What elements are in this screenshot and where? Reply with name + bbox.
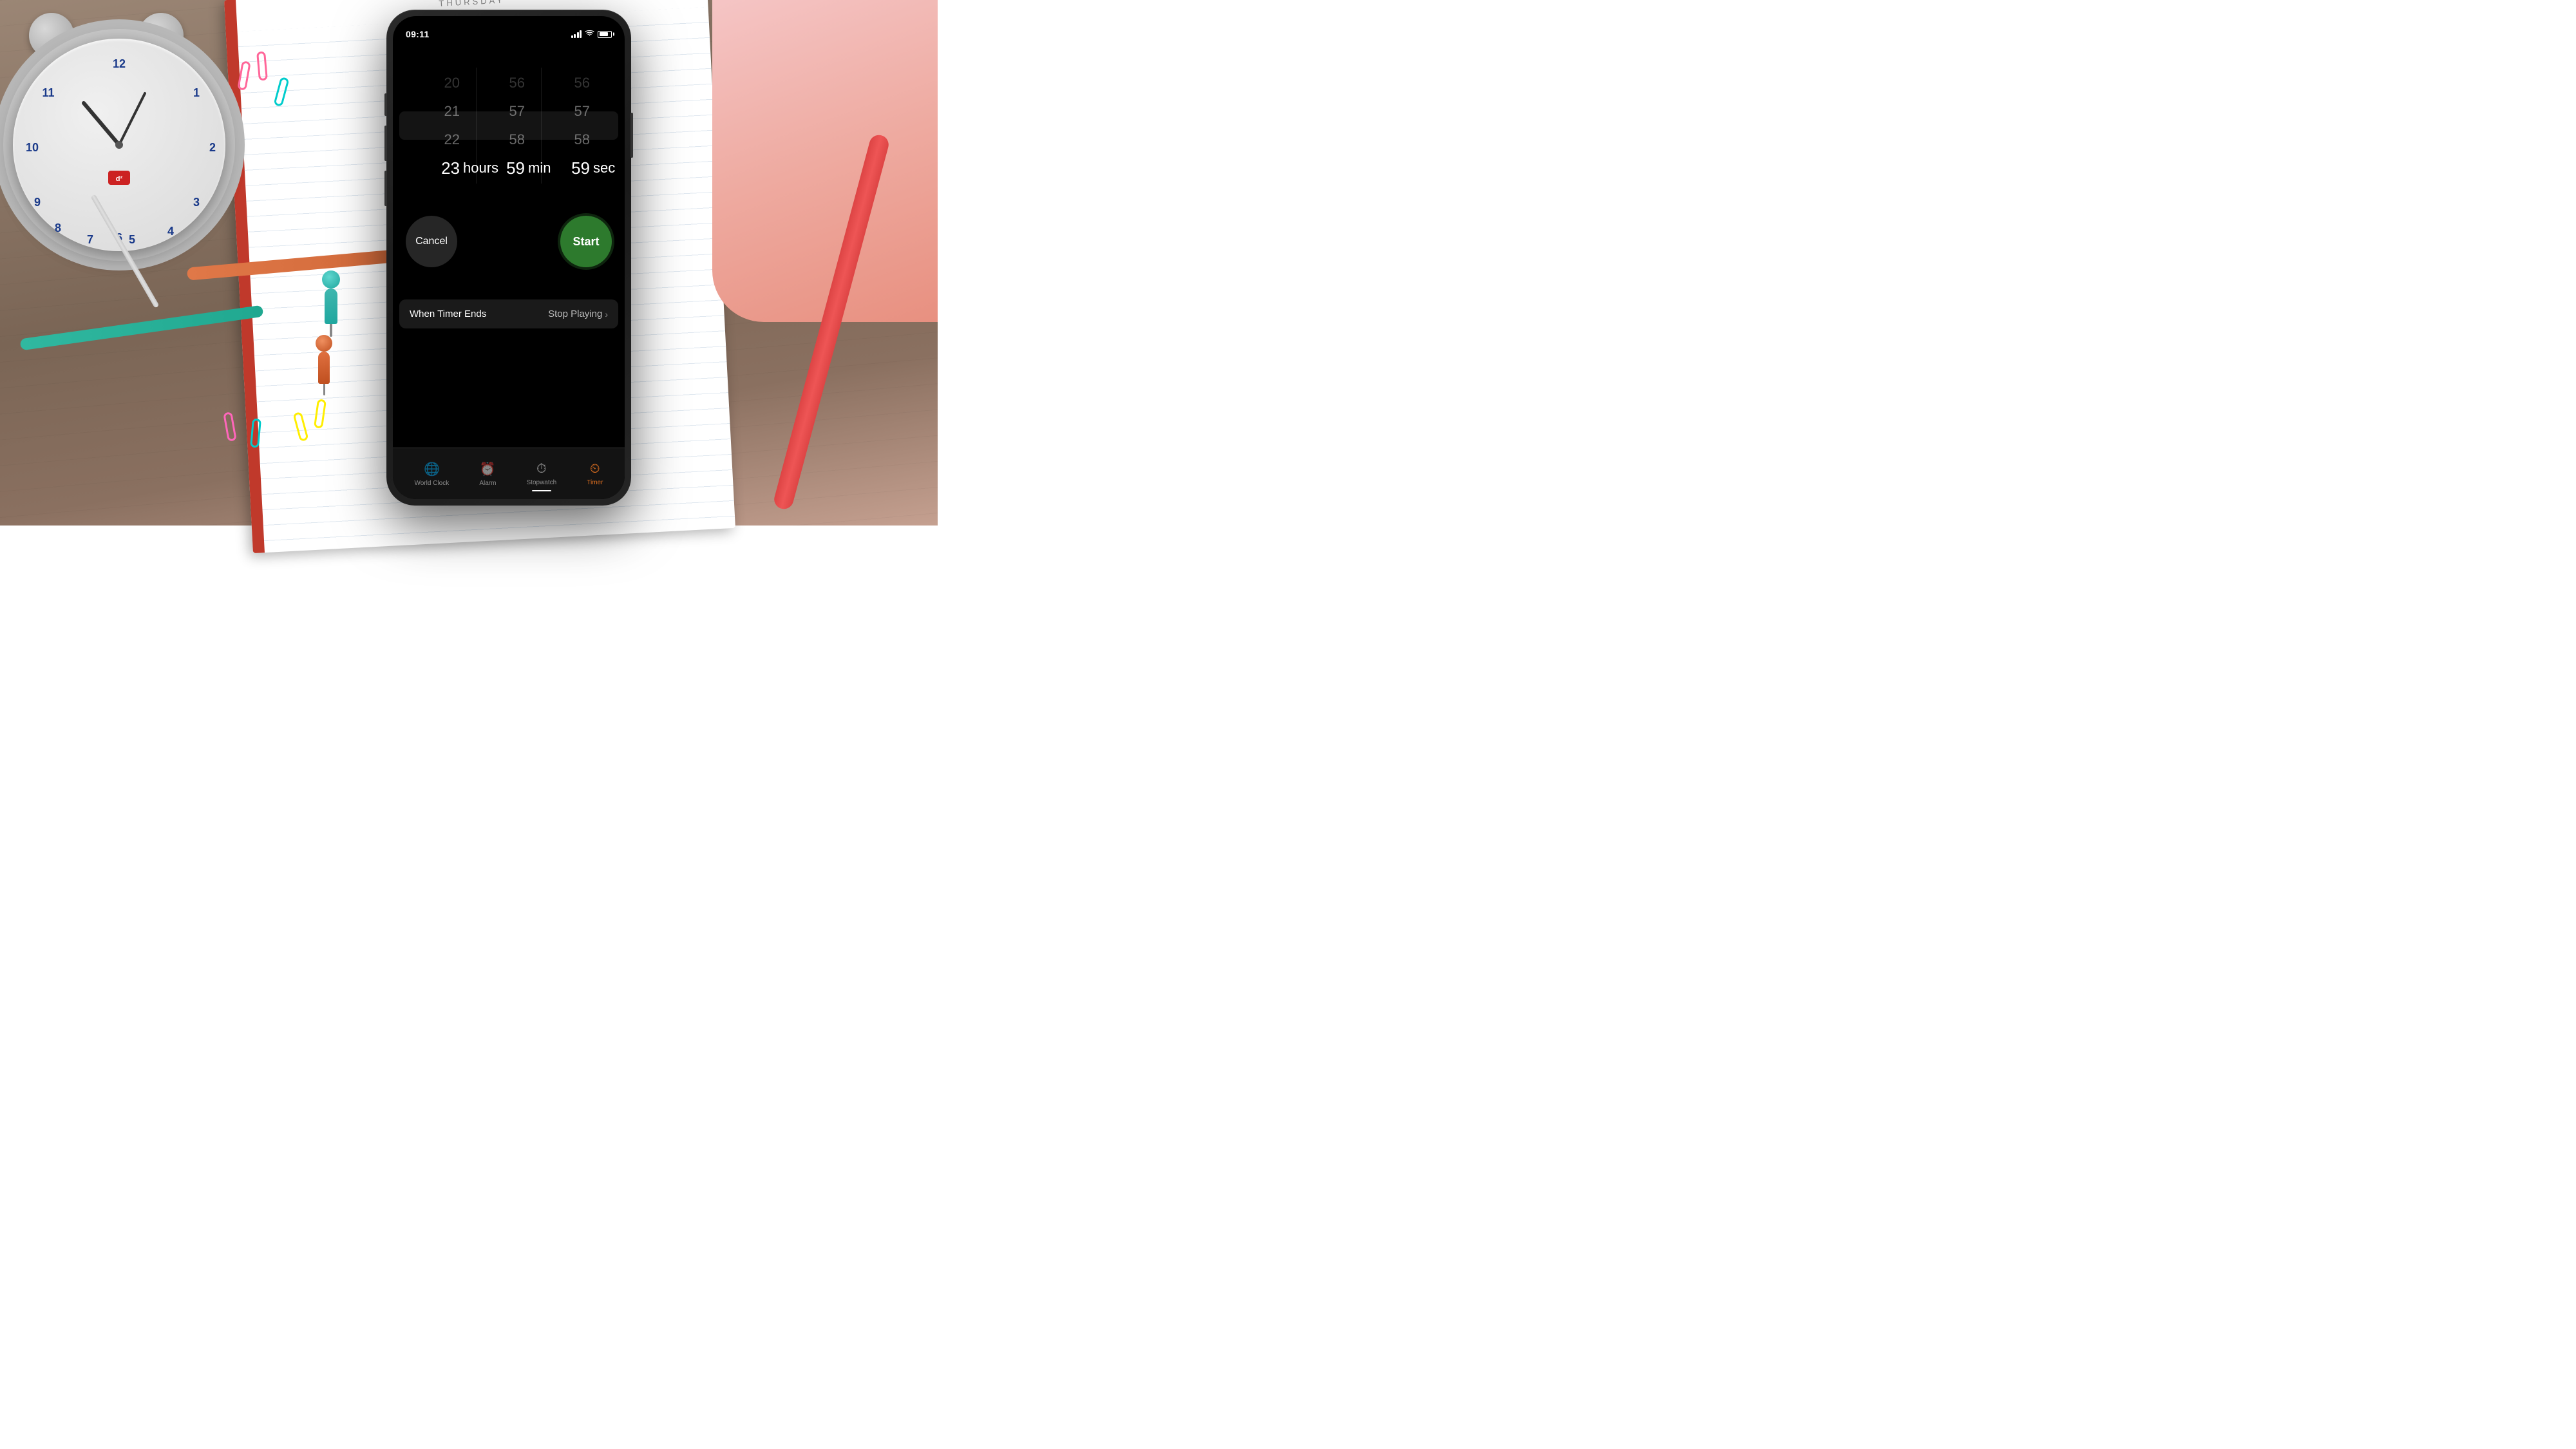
timer-ends-section: When Timer Ends Stop Playing ›	[399, 299, 618, 328]
svg-text:11: 11	[42, 86, 54, 99]
pushpin-teal	[322, 270, 340, 337]
phone-vol-down-button	[384, 171, 387, 206]
tab-stopwatch-underline	[532, 490, 551, 491]
picker-seconds-minus3: 56	[558, 69, 590, 97]
timer-icon: ⏲	[590, 462, 600, 477]
status-icons	[571, 30, 612, 39]
picker-seconds-minus1: 58	[558, 126, 590, 154]
pink-area	[712, 0, 938, 322]
signal-bars-icon	[571, 30, 582, 38]
svg-text:1: 1	[193, 86, 200, 99]
timer-buttons: Cancel Start	[406, 216, 612, 267]
pushpin-orange	[316, 335, 332, 395]
svg-text:4: 4	[167, 225, 174, 238]
picker-minutes-minus1: 58	[493, 126, 525, 154]
world-clock-icon: 🌐	[424, 461, 440, 477]
picker-seconds-label: sec	[593, 160, 615, 176]
timer-ends-label: When Timer Ends	[410, 308, 486, 319]
chevron-right-icon: ›	[605, 309, 608, 319]
picker-minutes-minus2: 57	[493, 97, 525, 126]
timer-picker[interactable]: 20 21 22 23 hours	[393, 68, 625, 184]
status-time: 09:11	[406, 29, 430, 39]
picker-seconds-selected: 59 sec	[558, 154, 590, 182]
tab-bar: 🌐 World Clock ⏰ Alarm ⏱ Stopwatch ⏲ Time…	[393, 448, 625, 499]
picker-hours-minus1: 22	[428, 126, 460, 154]
picker-seconds-minus2: 57	[558, 97, 590, 126]
phone-screen: 09:11	[393, 16, 625, 499]
svg-text:d²: d²	[116, 175, 123, 183]
battery-icon	[598, 31, 612, 38]
alarm-icon: ⏰	[480, 461, 496, 477]
start-button[interactable]: Start	[560, 216, 612, 267]
tab-alarm[interactable]: ⏰ Alarm	[471, 456, 504, 492]
stopwatch-icon: ⏱	[536, 462, 547, 477]
phone: 09:11	[386, 10, 631, 506]
tab-alarm-label: Alarm	[479, 480, 496, 487]
svg-text:10: 10	[26, 141, 39, 154]
tab-timer-label: Timer	[587, 479, 603, 486]
timer-ends-row[interactable]: When Timer Ends Stop Playing ›	[399, 299, 618, 328]
picker-minutes-selected: 59 min	[493, 154, 525, 182]
notch	[464, 16, 554, 34]
timer-ends-value-text: Stop Playing	[548, 308, 602, 319]
svg-text:12: 12	[113, 57, 126, 70]
picker-hours-minus3: 20	[428, 69, 460, 97]
phone-vol-up-button	[384, 126, 387, 161]
tab-world-clock[interactable]: 🌐 World Clock	[407, 456, 457, 492]
svg-text:9: 9	[34, 196, 41, 209]
cancel-button[interactable]: Cancel	[406, 216, 457, 267]
svg-text:2: 2	[209, 141, 216, 154]
picker-hours-selected: 23 hours	[428, 154, 460, 182]
svg-text:3: 3	[193, 196, 200, 209]
phone-power-button	[630, 113, 633, 158]
phone-body: 09:11	[386, 10, 631, 506]
analog-clock: 12 1 2 3 4 5 6 7 8 9 10 11 d²	[13, 39, 225, 251]
picker-minutes-minus3: 56	[493, 69, 525, 97]
tab-world-clock-label: World Clock	[415, 480, 450, 487]
tab-stopwatch-label: Stopwatch	[527, 479, 557, 486]
tab-stopwatch[interactable]: ⏱ Stopwatch	[519, 457, 565, 491]
picker-hours-column[interactable]: 20 21 22 23 hours	[412, 69, 476, 182]
picker-hours-minus2: 21	[428, 97, 460, 126]
timer-ends-value: Stop Playing ›	[548, 308, 608, 319]
svg-text:7: 7	[87, 233, 93, 246]
wifi-icon	[585, 30, 594, 39]
phone-silent-button	[384, 93, 387, 116]
picker-minutes-column[interactable]: 56 57 58 59 min	[477, 69, 541, 182]
tab-timer[interactable]: ⏲ Timer	[579, 457, 611, 491]
svg-text:5: 5	[129, 233, 135, 246]
svg-text:8: 8	[55, 222, 61, 234]
picker-seconds-column[interactable]: 56 57 58 59 sec	[542, 69, 606, 182]
